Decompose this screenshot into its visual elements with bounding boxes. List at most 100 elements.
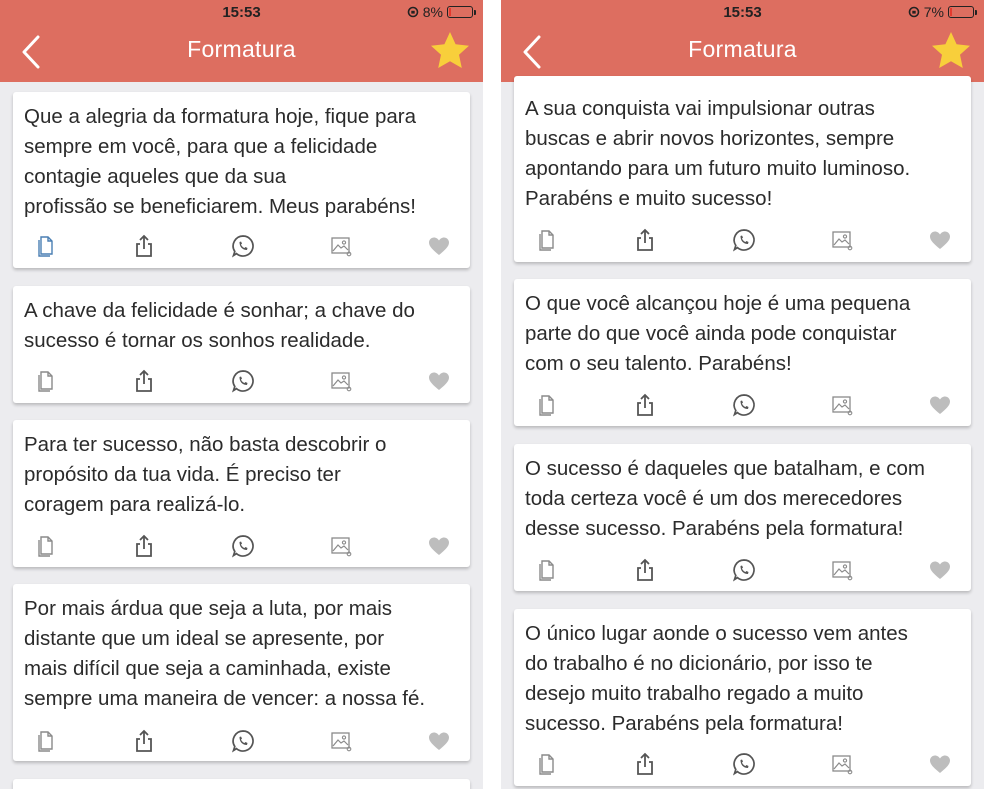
share-icon <box>136 369 152 392</box>
whatsapp-button[interactable] <box>230 233 256 259</box>
copy-icon <box>38 371 53 392</box>
message-line: O sucesso é daqueles que batalham, e com <box>525 457 925 480</box>
copy-button[interactable] <box>33 368 59 394</box>
nav-bar: 15:53 8% Formatura <box>0 0 483 82</box>
orientation-lock-icon <box>908 6 920 18</box>
favorite-button[interactable] <box>927 227 953 253</box>
copy-button[interactable] <box>33 233 59 259</box>
copy-icon <box>38 731 53 752</box>
copy-button[interactable] <box>534 392 560 418</box>
heart-icon <box>930 561 950 579</box>
copy-button[interactable] <box>534 751 560 777</box>
message-line: A sua conquista vai impulsionar outras <box>525 97 875 120</box>
image-button[interactable] <box>328 368 354 394</box>
card-actions <box>13 728 470 754</box>
message-card: O sucesso é daqueles que batalham, e com… <box>514 444 971 591</box>
message-line: coragem para realizá-lo. <box>24 493 246 516</box>
message-card: O que você alcançou hoje é uma pequena p… <box>514 279 971 426</box>
share-button[interactable] <box>131 368 157 394</box>
image-icon <box>832 755 853 775</box>
card-actions <box>514 227 971 253</box>
image-icon <box>331 537 352 557</box>
share-button[interactable] <box>632 751 658 777</box>
card-actions <box>13 233 470 259</box>
whatsapp-icon <box>732 229 755 252</box>
share-button[interactable] <box>632 557 658 583</box>
message-line: sempre uma maneira de vencer: a nossa fé… <box>24 687 426 710</box>
share-icon <box>637 393 653 416</box>
copy-icon <box>539 560 554 581</box>
message-line: com o seu talento. Parabéns! <box>525 352 792 375</box>
copy-button[interactable] <box>534 557 560 583</box>
heart-icon <box>930 396 950 414</box>
message-line: Para ter sucesso, não basta descobrir o <box>24 433 387 456</box>
favorite-button[interactable] <box>426 233 452 259</box>
whatsapp-button[interactable] <box>731 557 757 583</box>
copy-button[interactable] <box>534 227 560 253</box>
message-text: Que a alegria da formatura hoje, fique p… <box>24 102 460 222</box>
message-card: A chave da felicidade é sonhar; a chave … <box>13 286 470 403</box>
heart-icon <box>429 732 449 750</box>
message-text: Por mais árdua que seja a luta, por mais… <box>24 594 460 714</box>
message-line: distante que um ideal se apresente, por <box>24 627 385 650</box>
message-line: Parabéns e muito sucesso! <box>525 187 773 210</box>
share-icon <box>637 228 653 251</box>
image-button[interactable] <box>328 533 354 559</box>
whatsapp-button[interactable] <box>230 368 256 394</box>
share-button[interactable] <box>632 392 658 418</box>
share-button[interactable] <box>131 533 157 559</box>
message-line: toda certeza você é um dos merecedores <box>525 487 903 510</box>
message-line: propósito da tua vida. É preciso ter <box>24 463 341 486</box>
share-button[interactable] <box>131 233 157 259</box>
message-line: do trabalho é no dicionário, por isso te <box>525 652 873 675</box>
favorite-button[interactable] <box>927 557 953 583</box>
image-button[interactable] <box>328 233 354 259</box>
image-button[interactable] <box>829 751 855 777</box>
image-button[interactable] <box>829 392 855 418</box>
heart-icon <box>429 372 449 390</box>
left-screen: 15:53 8% Formatura Que a alegria da form… <box>0 0 483 789</box>
message-line: sucesso é tornar os sonhos realidade. <box>24 329 371 352</box>
message-line: A chave da felicidade é sonhar; a chave … <box>24 299 415 322</box>
copy-button[interactable] <box>33 533 59 559</box>
favorites-button[interactable] <box>429 30 471 72</box>
message-line: O único lugar aonde o sucesso vem antes <box>525 622 908 645</box>
image-button[interactable] <box>829 227 855 253</box>
whatsapp-button[interactable] <box>731 227 757 253</box>
copy-icon <box>38 536 53 557</box>
share-icon <box>136 234 152 257</box>
whatsapp-button[interactable] <box>230 533 256 559</box>
message-text: O que você alcançou hoje é uma pequena p… <box>525 289 961 379</box>
image-icon <box>832 396 853 416</box>
message-line: desejo muito trabalho regado a muito <box>525 682 864 705</box>
share-button[interactable] <box>632 227 658 253</box>
favorite-button[interactable] <box>426 533 452 559</box>
message-card-partial <box>13 779 470 789</box>
message-card: O único lugar aonde o sucesso vem antes … <box>514 609 971 786</box>
share-icon <box>136 729 152 752</box>
battery-icon <box>447 6 476 18</box>
share-button[interactable] <box>131 728 157 754</box>
message-text: A chave da felicidade é sonhar; a chave … <box>24 296 460 356</box>
message-line: O que você alcançou hoje é uma pequena <box>525 292 911 315</box>
whatsapp-button[interactable] <box>230 728 256 754</box>
whatsapp-icon <box>231 535 254 558</box>
favorites-button[interactable] <box>930 30 972 72</box>
heart-icon <box>429 537 449 555</box>
message-card: A sua conquista vai impulsionar outras b… <box>514 76 971 262</box>
whatsapp-button[interactable] <box>731 751 757 777</box>
image-button[interactable] <box>829 557 855 583</box>
favorite-button[interactable] <box>426 368 452 394</box>
image-button[interactable] <box>328 728 354 754</box>
favorite-button[interactable] <box>927 751 953 777</box>
orientation-lock-icon <box>407 6 419 18</box>
right-screen: 15:53 7% Formatura A sua conquista vai i… <box>501 0 984 789</box>
whatsapp-icon <box>231 730 254 753</box>
favorite-button[interactable] <box>426 728 452 754</box>
favorite-button[interactable] <box>927 392 953 418</box>
heart-icon <box>930 231 950 249</box>
message-line: buscas e abrir novos horizontes, sempre <box>525 127 895 150</box>
copy-icon <box>539 754 554 775</box>
whatsapp-button[interactable] <box>731 392 757 418</box>
copy-button[interactable] <box>33 728 59 754</box>
